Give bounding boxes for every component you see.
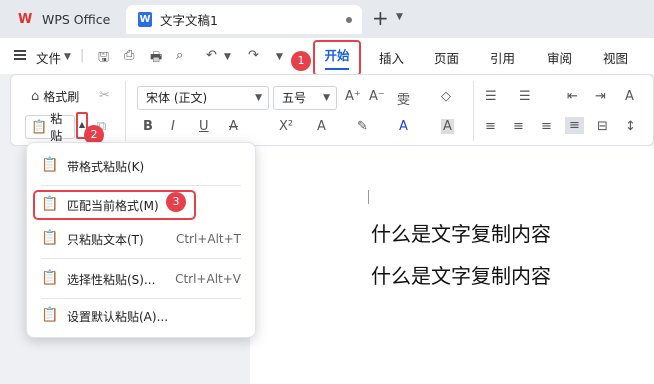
step-badge-3: 3	[166, 192, 186, 212]
tab-references[interactable]: 引用	[490, 48, 515, 67]
bold-icon[interactable]: B	[143, 119, 153, 134]
tab-document[interactable]: W 文字文稿1	[126, 5, 362, 34]
justify-icon[interactable]: ≡	[565, 117, 584, 134]
cut-icon[interactable]: ✂	[99, 88, 110, 103]
increase-indent-icon[interactable]: ⇥	[595, 89, 606, 104]
align-center-icon[interactable]: ≡	[513, 119, 524, 134]
menu-item-set-default-paste[interactable]: 📋 设置默认粘贴(A)...	[27, 301, 257, 331]
divider	[41, 258, 241, 259]
divider	[41, 298, 241, 299]
menu-item-paste-text-only[interactable]: 📋 只粘贴文本(T) Ctrl+Alt+T	[27, 224, 257, 254]
font-size-value: 五号	[282, 91, 307, 105]
export-pdf-icon[interactable]: ⎙	[124, 48, 134, 63]
print-icon[interactable]: 🖶	[150, 48, 162, 70]
file-menu[interactable]: 文件	[36, 48, 61, 67]
document-line[interactable]: 什么是文字复制内容	[371, 260, 551, 289]
title-tab-bar: W WPS Office W 文字文稿1 + ▼	[0, 0, 654, 38]
line-spacing-icon[interactable]: ↕	[625, 119, 636, 134]
paste-label: 粘贴	[50, 112, 63, 143]
paste-special-icon: 📋	[41, 270, 59, 286]
grow-font-icon[interactable]: A⁺	[345, 89, 361, 104]
redo-icon[interactable]: ↷	[248, 48, 259, 63]
paste-settings-icon: 📋	[41, 307, 59, 323]
font-name-select[interactable]: 宋体 (正文) ▼	[137, 86, 269, 110]
highlight-icon[interactable]: ✎	[357, 119, 368, 134]
undo-chevron-icon[interactable]: ▼	[224, 52, 231, 62]
menu-item-label: 选择性粘贴(S)...	[67, 272, 156, 287]
menu-item-paste-special[interactable]: 📋 选择性粘贴(S)... Ctrl+Alt+V	[27, 264, 257, 294]
ribbon-toolbar: ⌂ 格式刷 ✂ 📋 粘贴 ▲ ⧉ 宋体 (正文) ▼ 五号 ▼ A⁺ A⁻ 雯 …	[10, 74, 654, 146]
tab-document-label: 文字文稿1	[160, 13, 218, 28]
decrease-indent-icon[interactable]: ⇤	[567, 89, 578, 104]
format-painter-button[interactable]: ⌂ 格式刷	[31, 88, 79, 105]
menu-item-label: 只粘贴文本(T)	[67, 232, 144, 247]
underline-icon[interactable]: U	[199, 119, 209, 134]
paste-button[interactable]: 📋 粘贴	[25, 112, 75, 143]
font-name-value: 宋体 (正文)	[146, 91, 208, 105]
divider: |	[80, 48, 85, 63]
tab-review[interactable]: 审阅	[547, 48, 572, 67]
font-color-icon[interactable]: A	[399, 119, 408, 134]
numbered-list-icon[interactable]: ☰	[519, 89, 531, 104]
wps-logo-icon: W	[18, 11, 33, 27]
chevron-down-icon: ▼	[323, 93, 330, 103]
tab-page[interactable]: 页面	[434, 48, 459, 67]
tab-start[interactable]: 开始	[313, 40, 361, 76]
paste-format-icon: 📋	[41, 157, 59, 173]
menu-item-label: 设置默认粘贴(A)...	[67, 309, 169, 324]
divider	[41, 185, 241, 186]
save-icon[interactable]: 🖫	[98, 48, 109, 70]
align-left-icon[interactable]: ≡	[485, 119, 496, 134]
format-painter-label: 格式刷	[43, 90, 80, 104]
unsaved-dot-icon[interactable]	[346, 17, 352, 23]
clear-format-icon[interactable]: ◇	[441, 89, 451, 104]
char-shading-icon[interactable]: A	[441, 119, 454, 134]
phonetic-guide-icon[interactable]: 雯	[397, 89, 410, 108]
word-doc-icon: W	[138, 12, 152, 27]
hamburger-menu-icon[interactable]	[14, 50, 26, 60]
document-page[interactable]: 什么是文字复制内容 什么是文字复制内容	[250, 146, 654, 384]
divider	[473, 81, 474, 141]
file-chevron-icon[interactable]: ▼	[64, 52, 71, 62]
margin-marker	[368, 190, 369, 204]
text-effect-icon[interactable]: A	[317, 119, 326, 134]
text-direction-icon[interactable]: A	[625, 89, 634, 104]
print-preview-icon[interactable]: ⌕	[176, 48, 183, 63]
strikethrough-icon[interactable]: A	[229, 119, 238, 134]
tab-wps-label: WPS Office	[42, 12, 111, 27]
align-right-icon[interactable]: ≡	[541, 119, 552, 134]
step-badge-1: 1	[291, 51, 311, 71]
paste-text-icon: 📋	[41, 230, 59, 246]
tab-wps-office[interactable]: W WPS Office	[6, 6, 118, 33]
document-line[interactable]: 什么是文字复制内容	[371, 218, 551, 247]
distributed-align-icon[interactable]: ⊟	[597, 119, 608, 134]
format-painter-icon: ⌂	[31, 89, 40, 104]
tab-insert[interactable]: 插入	[379, 48, 404, 67]
more-chevron-icon[interactable]: ▼	[276, 52, 283, 62]
paste-options-menu: 📋 带格式粘贴(K) 📋 匹配当前格式(M) 📋 只粘贴文本(T) Ctrl+A…	[26, 142, 256, 338]
divider	[125, 81, 126, 141]
chevron-down-icon[interactable]: ▼	[396, 12, 403, 22]
undo-icon[interactable]: ↶	[206, 48, 217, 63]
menu-item-shortcut: Ctrl+Alt+V	[175, 272, 241, 286]
new-tab-plus-icon[interactable]: +	[372, 8, 389, 28]
shrink-font-icon[interactable]: A⁻	[369, 89, 385, 104]
clipboard-icon: 📋	[31, 119, 48, 135]
menu-item-shortcut: Ctrl+Alt+T	[175, 232, 241, 246]
italic-icon[interactable]: I	[171, 119, 175, 134]
font-size-select[interactable]: 五号 ▼	[273, 86, 337, 110]
tab-view[interactable]: 视图	[603, 48, 628, 67]
superscript-icon[interactable]: X²	[279, 119, 293, 134]
menu-item-label: 带格式粘贴(K)	[67, 159, 145, 174]
chevron-down-icon: ▼	[255, 93, 262, 103]
bullet-list-icon[interactable]: ☰	[485, 89, 497, 104]
menu-item-paste-keep-format[interactable]: 📋 带格式粘贴(K)	[27, 151, 257, 181]
